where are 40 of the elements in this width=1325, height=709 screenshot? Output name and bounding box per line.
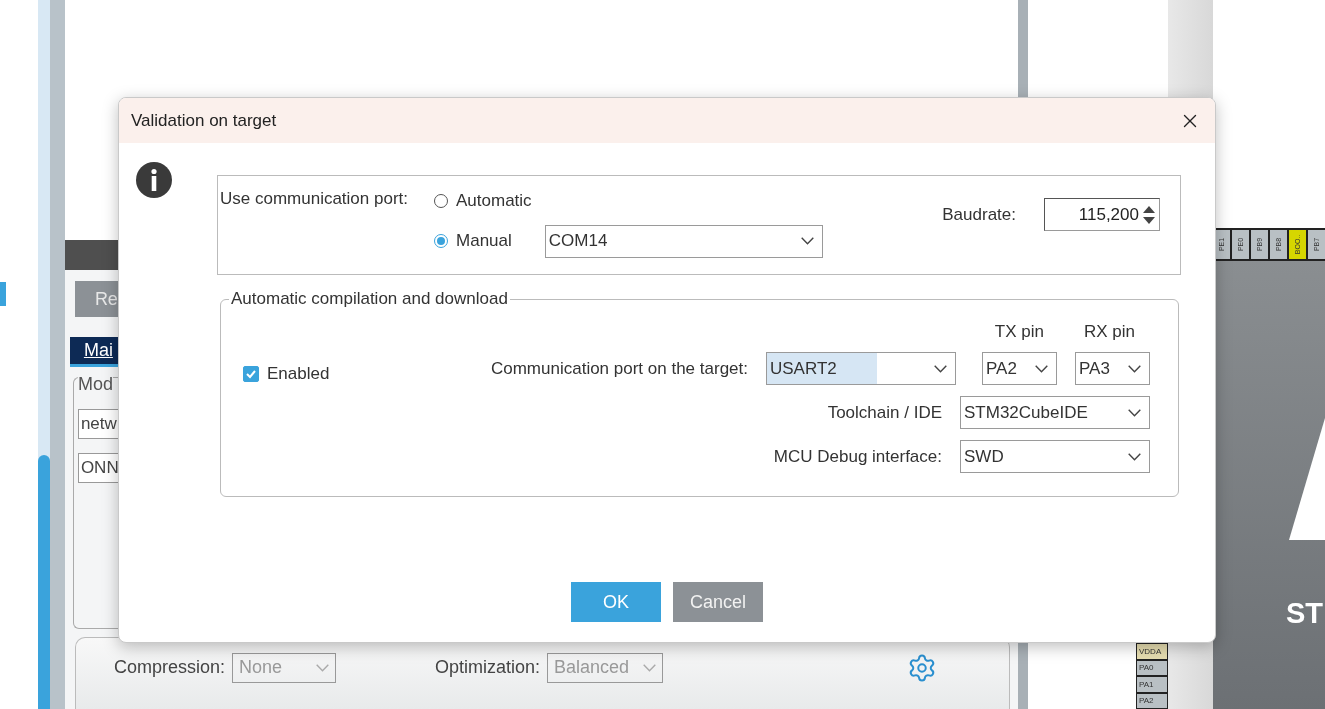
pin[interactable]: VDDA [1136,643,1168,660]
pin[interactable]: PA1 [1136,676,1168,693]
group-legend: Automatic compilation and download [229,289,510,309]
dialog-title: Validation on target [131,110,277,131]
radio-label[interactable]: Automatic [456,191,532,211]
chevron-icon [934,364,947,373]
baudrate-spinner[interactable]: 115,200 [1044,198,1160,231]
tab[interactable]: Mai [69,337,118,367]
settings-icon[interactable] [907,652,937,683]
radio-button[interactable] [434,234,449,248]
port-label: Use communication port: [220,189,409,210]
toolchain-select[interactable]: STM32CubeIDE [960,396,1150,429]
rx-pin-select[interactable]: PA3 [1075,352,1150,385]
compression-label: Compression: [113,657,225,678]
target-port-select[interactable]: USART2 [766,352,956,385]
tx-pin-select[interactable]: PA2 [982,352,1057,385]
radio-label[interactable]: Manual [456,231,512,251]
chip-logo: ST [1285,597,1323,630]
debug-interface-select[interactable]: SWD [960,440,1150,473]
checkbox[interactable] [243,366,259,382]
radio-button[interactable] [434,194,449,208]
chevron-icon [643,663,656,672]
toolchain-label: Toolchain / IDE [827,402,942,423]
rx-pin-label: RX pin [1083,322,1135,343]
info-icon [135,161,173,199]
accent-bar [0,282,6,306]
chevron-icon [1128,408,1141,417]
scrollbar-thumb[interactable] [37,455,50,709]
chevron-icon [800,237,814,245]
chevron-icon [1128,452,1141,461]
tx-pin-label: TX pin [994,322,1044,343]
optimization-label: Optimization: [434,657,540,678]
port-select[interactable]: COM14 [544,224,823,258]
chevron-icon [315,663,329,672]
chevron-icon [1128,364,1141,373]
chevron-icon [1035,364,1048,373]
baudrate-label: Baudrate: [942,205,1016,225]
target-port-label: Communication port on the target: [490,358,748,379]
checkbox-label[interactable]: Enabled [267,364,330,384]
debug-interface-label: MCU Debug interface: [773,446,942,467]
